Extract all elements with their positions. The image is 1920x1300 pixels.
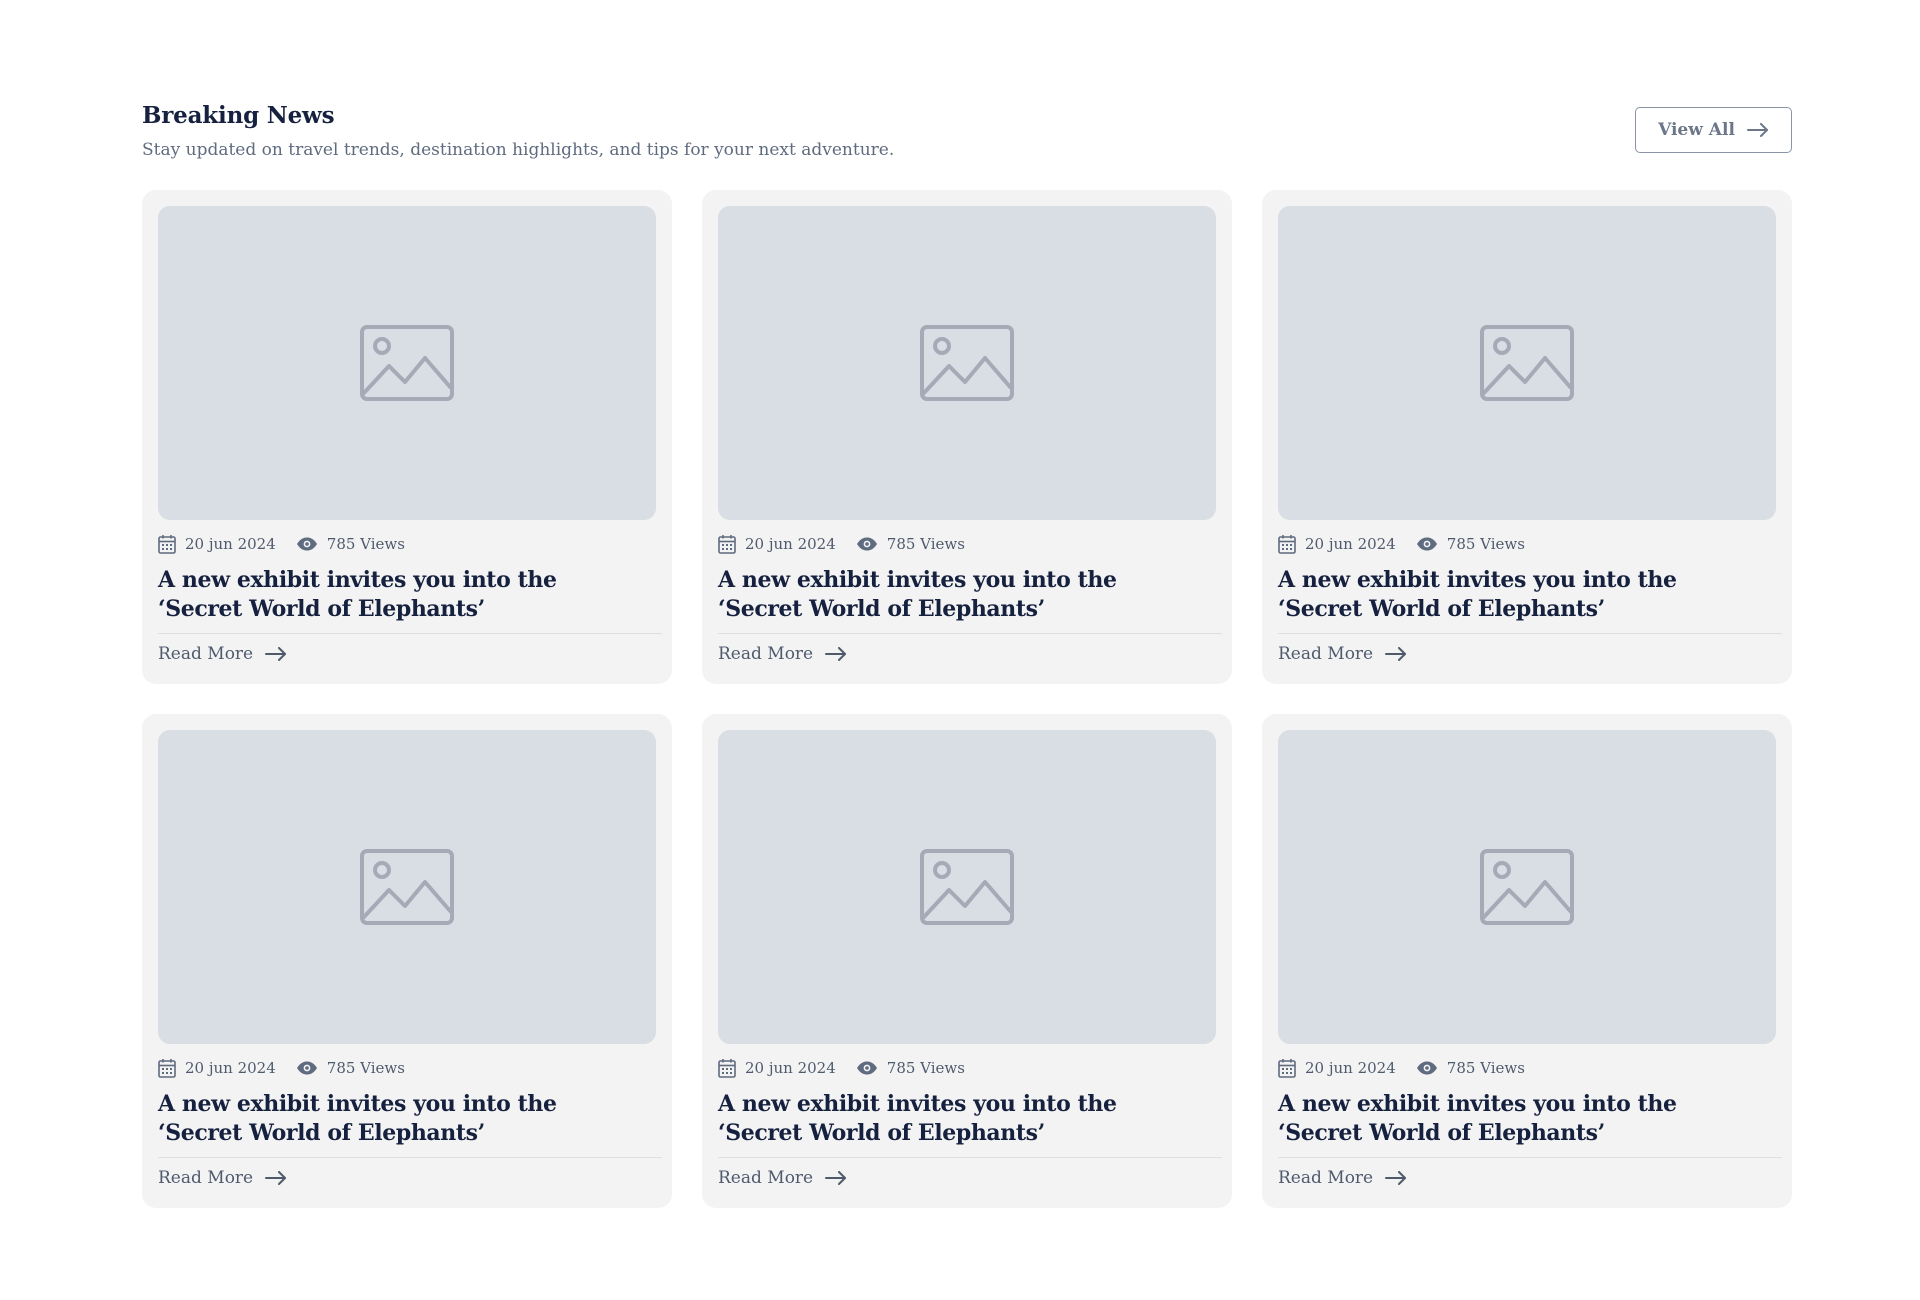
card-divider <box>158 633 662 634</box>
image-placeholder-icon <box>919 324 1015 402</box>
card-image-placeholder[interactable] <box>718 730 1216 1044</box>
eye-icon <box>296 1061 318 1075</box>
eye-icon <box>1416 1061 1438 1075</box>
card-image-placeholder[interactable] <box>158 206 656 520</box>
card-divider <box>1278 1157 1782 1158</box>
card-image-placeholder[interactable] <box>718 206 1216 520</box>
read-more-link[interactable]: Read More <box>158 644 287 664</box>
card-meta: 20 jun 2024 785 Views <box>1278 532 1782 556</box>
news-grid: 20 jun 2024 785 Views A new exhibit invi… <box>142 190 1792 1208</box>
read-more-label: Read More <box>158 1168 254 1188</box>
image-placeholder-icon <box>359 848 455 926</box>
card-date: 20 jun 2024 <box>185 1059 276 1077</box>
read-more-link[interactable]: Read More <box>1278 1168 1407 1188</box>
arrow-right-icon <box>825 1171 847 1185</box>
card-title[interactable]: A new exhibit invites you into the ‘Secr… <box>158 566 638 624</box>
card-divider <box>158 1157 662 1158</box>
read-more-link[interactable]: Read More <box>158 1168 287 1188</box>
card-title[interactable]: A new exhibit invites you into the ‘Secr… <box>1278 1090 1758 1148</box>
calendar-icon <box>718 1058 736 1078</box>
date-meta: 20 jun 2024 <box>1278 1058 1396 1078</box>
card-views: 785 Views <box>886 535 965 553</box>
card-meta: 20 jun 2024 785 Views <box>158 532 662 556</box>
read-more-link[interactable]: Read More <box>718 644 847 664</box>
arrow-right-icon <box>1746 123 1769 137</box>
card-date: 20 jun 2024 <box>1305 535 1396 553</box>
card-meta: 20 jun 2024 785 Views <box>718 532 1222 556</box>
section-header: Breaking News Stay updated on travel tre… <box>142 100 1792 190</box>
card-views: 785 Views <box>326 1059 405 1077</box>
calendar-icon <box>158 534 176 554</box>
card-date: 20 jun 2024 <box>745 535 836 553</box>
date-meta: 20 jun 2024 <box>718 534 836 554</box>
arrow-right-icon <box>1385 1171 1407 1185</box>
card-views: 785 Views <box>1446 535 1525 553</box>
view-all-label: View All <box>1658 120 1735 140</box>
card-title[interactable]: A new exhibit invites you into the ‘Secr… <box>1278 566 1758 624</box>
image-placeholder-icon <box>359 324 455 402</box>
news-card[interactable]: 20 jun 2024 785 Views A new exhibit invi… <box>702 190 1232 684</box>
calendar-icon <box>1278 1058 1296 1078</box>
card-title[interactable]: A new exhibit invites you into the ‘Secr… <box>718 566 1198 624</box>
calendar-icon <box>158 1058 176 1078</box>
card-meta: 20 jun 2024 785 Views <box>718 1056 1222 1080</box>
card-image-placeholder[interactable] <box>158 730 656 1044</box>
card-title[interactable]: A new exhibit invites you into the ‘Secr… <box>718 1090 1198 1148</box>
calendar-icon <box>1278 534 1296 554</box>
eye-icon <box>856 537 878 551</box>
card-meta: 20 jun 2024 785 Views <box>1278 1056 1782 1080</box>
card-divider <box>718 633 1222 634</box>
views-meta: 785 Views <box>856 1059 965 1077</box>
arrow-right-icon <box>1385 647 1407 661</box>
news-card[interactable]: 20 jun 2024 785 Views A new exhibit invi… <box>702 714 1232 1208</box>
section-subtitle: Stay updated on travel trends, destinati… <box>142 140 895 160</box>
news-card[interactable]: 20 jun 2024 785 Views A new exhibit invi… <box>1262 714 1792 1208</box>
news-card[interactable]: 20 jun 2024 785 Views A new exhibit invi… <box>1262 190 1792 684</box>
card-image-placeholder[interactable] <box>1278 730 1776 1044</box>
card-views: 785 Views <box>886 1059 965 1077</box>
read-more-label: Read More <box>158 644 254 664</box>
card-divider <box>718 1157 1222 1158</box>
arrow-right-icon <box>265 647 287 661</box>
views-meta: 785 Views <box>856 535 965 553</box>
breaking-news-section: Breaking News Stay updated on travel tre… <box>142 100 1792 1208</box>
arrow-right-icon <box>825 647 847 661</box>
card-date: 20 jun 2024 <box>185 535 276 553</box>
read-more-link[interactable]: Read More <box>1278 644 1407 664</box>
news-card[interactable]: 20 jun 2024 785 Views A new exhibit invi… <box>142 714 672 1208</box>
card-views: 785 Views <box>1446 1059 1525 1077</box>
card-views: 785 Views <box>326 535 405 553</box>
eye-icon <box>1416 537 1438 551</box>
read-more-label: Read More <box>1278 644 1374 664</box>
section-title: Breaking News <box>142 102 335 129</box>
read-more-link[interactable]: Read More <box>718 1168 847 1188</box>
views-meta: 785 Views <box>1416 1059 1525 1077</box>
image-placeholder-icon <box>1479 848 1575 926</box>
card-image-placeholder[interactable] <box>1278 206 1776 520</box>
image-placeholder-icon <box>1479 324 1575 402</box>
views-meta: 785 Views <box>1416 535 1525 553</box>
views-meta: 785 Views <box>296 535 405 553</box>
view-all-button[interactable]: View All <box>1635 107 1792 153</box>
read-more-label: Read More <box>1278 1168 1374 1188</box>
card-date: 20 jun 2024 <box>1305 1059 1396 1077</box>
card-title[interactable]: A new exhibit invites you into the ‘Secr… <box>158 1090 638 1148</box>
read-more-label: Read More <box>718 644 814 664</box>
read-more-label: Read More <box>718 1168 814 1188</box>
card-divider <box>1278 633 1782 634</box>
eye-icon <box>296 537 318 551</box>
date-meta: 20 jun 2024 <box>1278 534 1396 554</box>
image-placeholder-icon <box>919 848 1015 926</box>
card-meta: 20 jun 2024 785 Views <box>158 1056 662 1080</box>
date-meta: 20 jun 2024 <box>158 1058 276 1078</box>
eye-icon <box>856 1061 878 1075</box>
card-date: 20 jun 2024 <box>745 1059 836 1077</box>
date-meta: 20 jun 2024 <box>718 1058 836 1078</box>
arrow-right-icon <box>265 1171 287 1185</box>
news-card[interactable]: 20 jun 2024 785 Views A new exhibit invi… <box>142 190 672 684</box>
date-meta: 20 jun 2024 <box>158 534 276 554</box>
calendar-icon <box>718 534 736 554</box>
views-meta: 785 Views <box>296 1059 405 1077</box>
